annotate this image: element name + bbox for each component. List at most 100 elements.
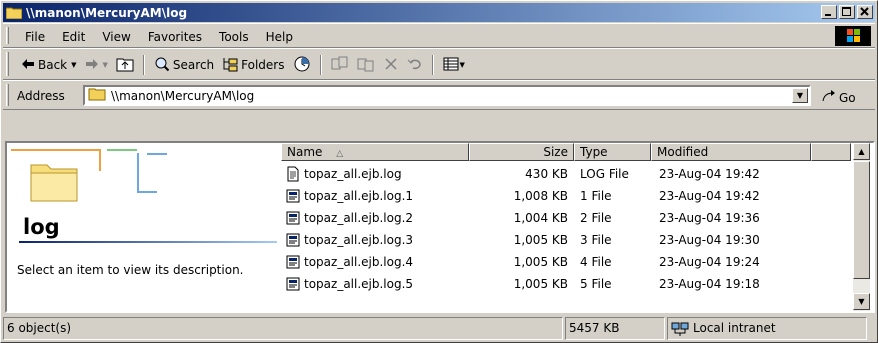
file-modified: 23-Aug-04 19:24 xyxy=(659,254,760,269)
vertical-scrollbar[interactable]: ▲ ▼ xyxy=(853,143,870,311)
chevron-down-icon[interactable]: ▼ xyxy=(103,61,108,69)
decorative-line xyxy=(107,149,137,151)
scroll-up-button[interactable]: ▲ xyxy=(853,143,870,160)
explorer-window: \\manon\MercuryAM\log File Edit View Fav… xyxy=(0,0,878,343)
toolbar-grip[interactable] xyxy=(6,27,9,44)
file-size: 430 KB xyxy=(525,166,568,181)
file-name: topaz_all.ejb.log.3 xyxy=(304,232,414,247)
chevron-down-icon[interactable]: ▼ xyxy=(460,61,465,69)
back-label: Back xyxy=(38,58,68,72)
history-icon xyxy=(293,55,311,76)
folder-icon xyxy=(5,6,23,20)
scroll-down-button[interactable]: ▼ xyxy=(853,293,870,310)
file-row[interactable]: topaz_all.ejb.log.5 1,005 KB 5 File 23-A… xyxy=(281,273,851,294)
file-name: topaz_all.ejb.log.5 xyxy=(304,276,414,291)
views-icon xyxy=(443,56,459,75)
chevron-down-icon[interactable]: ▼ xyxy=(71,61,76,69)
list-header: Name △ Size Type Modified xyxy=(281,143,851,161)
file-type: 3 File xyxy=(580,232,612,247)
menu-view[interactable]: View xyxy=(94,28,139,46)
folder-info-pane: log Select an item to view its descripti… xyxy=(7,143,279,311)
folder-icon xyxy=(88,87,106,104)
toolbar-separator xyxy=(142,55,145,75)
delete-x-icon xyxy=(383,56,399,75)
scroll-thumb[interactable] xyxy=(853,161,870,279)
file-type: 5 File xyxy=(580,276,612,291)
generic-file-icon xyxy=(285,254,301,270)
menu-favorites[interactable]: Favorites xyxy=(140,28,211,46)
column-header-type[interactable]: Type xyxy=(574,143,651,161)
file-row[interactable]: topaz_all.ejb.log.4 1,005 KB 4 File 23-A… xyxy=(281,251,851,272)
history-button[interactable] xyxy=(289,54,315,76)
file-row[interactable]: topaz_all.ejb.log.1 1,008 KB 1 File 23-A… xyxy=(281,185,851,206)
file-type: 4 File xyxy=(580,254,612,269)
file-size: 1,004 KB xyxy=(513,210,568,225)
toolbar-separator xyxy=(431,55,434,75)
decorative-line xyxy=(99,151,101,171)
views-button[interactable]: ▼ xyxy=(439,54,469,76)
undo-button[interactable] xyxy=(403,54,427,76)
standard-toolbar: Back ▼ ▼ Search Folders ▼ xyxy=(3,48,875,80)
copy-to-button[interactable] xyxy=(353,54,379,76)
file-type: 2 File xyxy=(580,210,612,225)
back-button[interactable]: Back ▼ xyxy=(17,54,81,76)
menu-edit[interactable]: Edit xyxy=(54,28,94,46)
forward-button[interactable]: ▼ xyxy=(81,54,112,76)
menu-bar: File Edit View Favorites Tools Help xyxy=(3,23,875,48)
file-modified: 23-Aug-04 19:30 xyxy=(659,232,760,247)
windows-logo-icon xyxy=(835,26,871,46)
column-header-size[interactable]: Size xyxy=(469,143,574,161)
address-input[interactable]: \\manon\MercuryAM\log ▼ xyxy=(83,85,811,106)
status-zone: Local intranet xyxy=(667,317,867,340)
menu-tools[interactable]: Tools xyxy=(211,28,258,46)
generic-file-icon xyxy=(285,188,301,204)
up-folder-button[interactable] xyxy=(112,54,138,76)
go-button[interactable]: Go xyxy=(821,89,856,106)
forward-arrow-icon xyxy=(85,58,99,73)
minimize-button[interactable] xyxy=(821,5,837,19)
toolbar-grip[interactable] xyxy=(6,52,9,76)
toolbar-grip[interactable] xyxy=(6,84,9,106)
close-button[interactable] xyxy=(857,5,873,19)
copy-to-icon xyxy=(357,56,375,75)
file-size: 1,008 KB xyxy=(513,188,568,203)
status-total-size: 5457 KB xyxy=(565,317,665,340)
address-dropdown-button[interactable]: ▼ xyxy=(792,88,808,103)
search-button[interactable]: Search xyxy=(150,54,218,76)
status-object-count: 6 object(s) xyxy=(3,317,563,340)
file-size: 1,005 KB xyxy=(513,254,568,269)
generic-file-icon xyxy=(285,210,301,226)
undo-icon xyxy=(407,56,423,75)
go-label: Go xyxy=(839,90,856,105)
file-name: topaz_all.ejb.log.4 xyxy=(304,254,414,269)
file-row[interactable]: topaz_all.ejb.log 430 KB LOG File 23-Aug… xyxy=(281,163,851,184)
file-type: LOG File xyxy=(580,166,629,181)
file-name: topaz_all.ejb.log.2 xyxy=(304,210,414,225)
menu-help[interactable]: Help xyxy=(258,28,302,46)
move-to-button[interactable] xyxy=(327,54,353,76)
sort-ascending-icon: △ xyxy=(336,149,344,159)
file-size: 1,005 KB xyxy=(513,276,568,291)
folders-button[interactable]: Folders xyxy=(218,54,288,76)
decorative-frame xyxy=(137,153,157,193)
column-header-name[interactable]: Name △ xyxy=(281,143,469,161)
menu-file[interactable]: File xyxy=(17,28,54,46)
file-row[interactable]: topaz_all.ejb.log.3 1,005 KB 3 File 23-A… xyxy=(281,229,851,250)
address-label: Address xyxy=(17,89,65,103)
file-name: topaz_all.ejb.log.1 xyxy=(304,188,414,203)
file-modified: 23-Aug-04 19:18 xyxy=(659,276,760,291)
file-row[interactable]: topaz_all.ejb.log.2 1,004 KB 2 File 23-A… xyxy=(281,207,851,228)
delete-button[interactable] xyxy=(379,54,403,76)
folders-tree-icon xyxy=(222,56,238,75)
file-modified: 23-Aug-04 19:42 xyxy=(659,188,760,203)
file-modified: 23-Aug-04 19:42 xyxy=(659,166,760,181)
column-header-modified[interactable]: Modified xyxy=(651,143,811,161)
log-file-icon xyxy=(285,166,301,182)
maximize-button[interactable] xyxy=(839,5,855,19)
up-folder-icon xyxy=(116,56,134,75)
generic-file-icon xyxy=(285,276,301,292)
file-list[interactable]: Name △ Size Type Modified topaz_all.ejb.… xyxy=(281,143,851,311)
title-bar[interactable]: \\manon\MercuryAM\log xyxy=(3,3,875,22)
folder-title: log xyxy=(23,215,60,239)
file-type: 1 File xyxy=(580,188,612,203)
